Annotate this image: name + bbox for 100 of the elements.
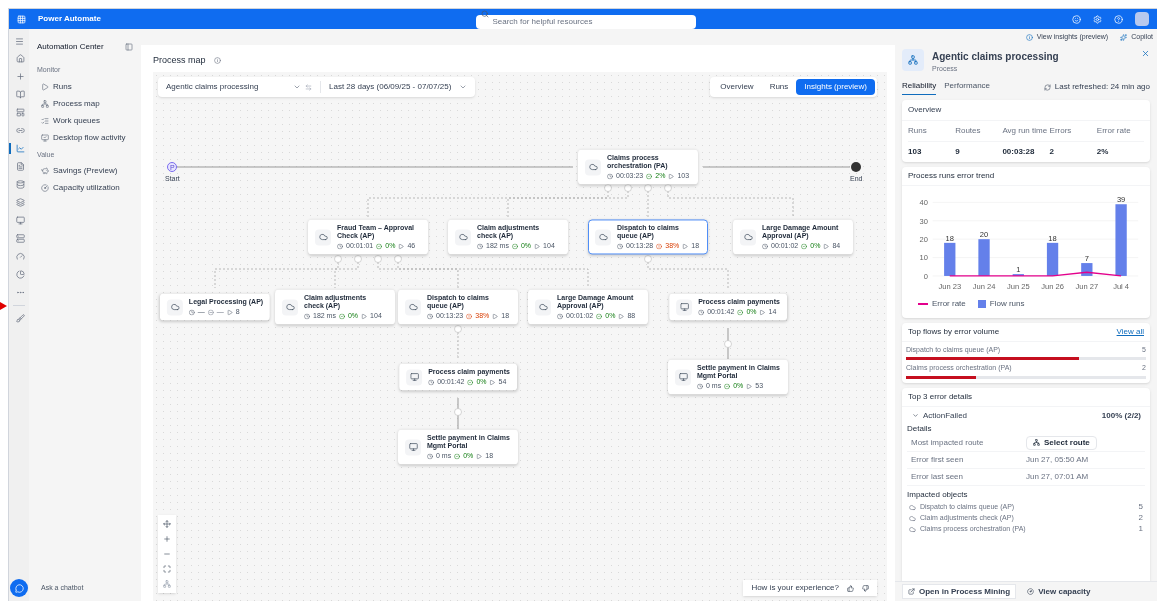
play-icon <box>668 173 675 180</box>
play-icon <box>618 313 625 320</box>
menu-icon[interactable] <box>14 37 24 46</box>
chevron-down-icon <box>912 412 919 419</box>
search-field[interactable]: Search for helpful resources <box>476 14 697 29</box>
metric-value: 9 <box>955 145 961 158</box>
thumbs-up-icon[interactable] <box>847 584 854 592</box>
nav-item[interactable]: Savings (Preview) <box>37 165 141 177</box>
link-icon <box>15 126 25 135</box>
clock-icon <box>697 383 703 390</box>
metric-value: 103 <box>908 145 923 158</box>
plus-icon <box>15 72 25 81</box>
column-header: Errors <box>1049 120 1097 142</box>
piggy-bank-icon <box>41 167 49 175</box>
nav-item[interactable]: Runs <box>37 80 141 93</box>
process-dropdown[interactable]: Agentic claims processing <box>166 81 301 93</box>
pie-chart-icon <box>15 270 25 279</box>
app-launcher-icon[interactable] <box>17 14 26 24</box>
avatar[interactable] <box>1135 12 1149 26</box>
details-tab[interactable]: Reliability <box>902 79 937 95</box>
collapse-panel-icon[interactable] <box>125 43 133 51</box>
open-process-mining-button[interactable]: Open in Process Mining <box>902 584 1017 599</box>
document-icon <box>15 162 25 171</box>
details-tab[interactable]: Performance <box>944 79 991 95</box>
legend-label: Error rate <box>932 297 966 310</box>
monitor-icon <box>41 133 49 142</box>
view-tab[interactable]: Overview <box>712 79 762 95</box>
page-title: Process map <box>153 53 206 67</box>
monitor-icon <box>406 369 423 385</box>
hierarchy-icon <box>1033 439 1040 446</box>
book-icon <box>15 90 25 99</box>
port-icon <box>354 255 362 263</box>
x-axis-label: Jun 26 <box>1041 281 1064 291</box>
column-header: Runs <box>908 120 956 142</box>
clock-icon <box>188 309 195 315</box>
feedback-icon[interactable] <box>1072 14 1081 24</box>
sparkle-icon <box>1120 33 1128 41</box>
server-icon <box>15 234 25 243</box>
cloud-icon <box>595 229 611 245</box>
view-all-link[interactable]: View all <box>1116 325 1144 338</box>
clock-icon <box>304 313 310 320</box>
flow-runs-bar <box>944 242 956 276</box>
nav-item[interactable]: Process map <box>37 97 141 110</box>
end-node <box>851 162 862 172</box>
error-group-header[interactable]: ActionFailed 100% (2/2) <box>907 408 1145 423</box>
chatbot-button[interactable] <box>10 579 28 597</box>
select-route-button[interactable]: Select route <box>1026 435 1097 450</box>
pan-icon[interactable] <box>163 520 171 528</box>
x-axis-label: Jul 4 <box>1113 281 1130 291</box>
nav-item[interactable]: Capacity utilization <box>37 182 141 194</box>
play-icon <box>361 313 368 320</box>
play-icon <box>492 313 499 320</box>
view-capacity-button[interactable]: View capacity <box>1024 584 1094 599</box>
swap-icon[interactable] <box>305 83 312 91</box>
metric-value: 2 <box>1049 145 1056 158</box>
hierarchy-icon[interactable] <box>163 580 171 588</box>
zoom-in-icon[interactable] <box>163 535 171 543</box>
flow-runs-bar <box>978 238 990 276</box>
chat-icon <box>14 583 24 593</box>
port-icon <box>644 255 652 263</box>
x-axis-label: Jun 24 <box>972 281 996 291</box>
view-tab[interactable]: Insights (preview) <box>796 79 875 95</box>
bar-value-label: 39 <box>1116 194 1126 204</box>
detail-label: Most impacted route <box>911 436 985 449</box>
nav-item[interactable]: Desktop flow activity <box>37 131 141 144</box>
column-header: Routes <box>955 120 1003 142</box>
play-icon <box>682 243 689 250</box>
detail-label: Error first seen <box>911 453 965 466</box>
clock-icon <box>762 243 768 250</box>
clock-icon <box>607 173 613 180</box>
gauge-icon <box>41 184 49 192</box>
nav-item[interactable]: Work queues <box>37 114 141 127</box>
close-icon[interactable] <box>1141 49 1150 58</box>
port-icon <box>604 184 612 192</box>
fit-view-icon[interactable] <box>163 565 171 573</box>
x-axis-label: Jun 27 <box>1075 281 1099 291</box>
refresh-icon[interactable] <box>1043 83 1051 91</box>
bar-value-label: 7 <box>1084 253 1089 263</box>
help-icon[interactable] <box>1114 14 1123 24</box>
zoom-out-icon[interactable] <box>163 550 171 558</box>
monitor-icon <box>405 439 421 455</box>
home-icon <box>15 54 25 63</box>
port-icon <box>644 184 652 192</box>
cloud-icon <box>740 229 756 245</box>
metric-value: 2% <box>1096 145 1110 158</box>
date-range-dropdown[interactable]: Last 28 days (06/09/25 - 07/07/25) <box>329 81 468 93</box>
monitor-icon <box>15 216 25 225</box>
hierarchy-icon <box>41 99 49 108</box>
thumbs-down-icon[interactable] <box>862 584 869 592</box>
y-tick-label: 30 <box>919 216 928 226</box>
detail-label: Error last seen <box>911 470 965 483</box>
play-icon <box>476 453 483 460</box>
object-count: 5 <box>1138 501 1143 513</box>
object-count: 2 <box>1138 512 1143 524</box>
settings-icon[interactable] <box>1093 14 1102 24</box>
brush-icon <box>15 314 25 323</box>
detail-value: Jun 27, 05:50 AM <box>1026 453 1090 466</box>
clock-icon <box>427 313 433 320</box>
info-icon[interactable] <box>213 57 221 64</box>
view-tab[interactable]: Runs <box>761 79 797 95</box>
